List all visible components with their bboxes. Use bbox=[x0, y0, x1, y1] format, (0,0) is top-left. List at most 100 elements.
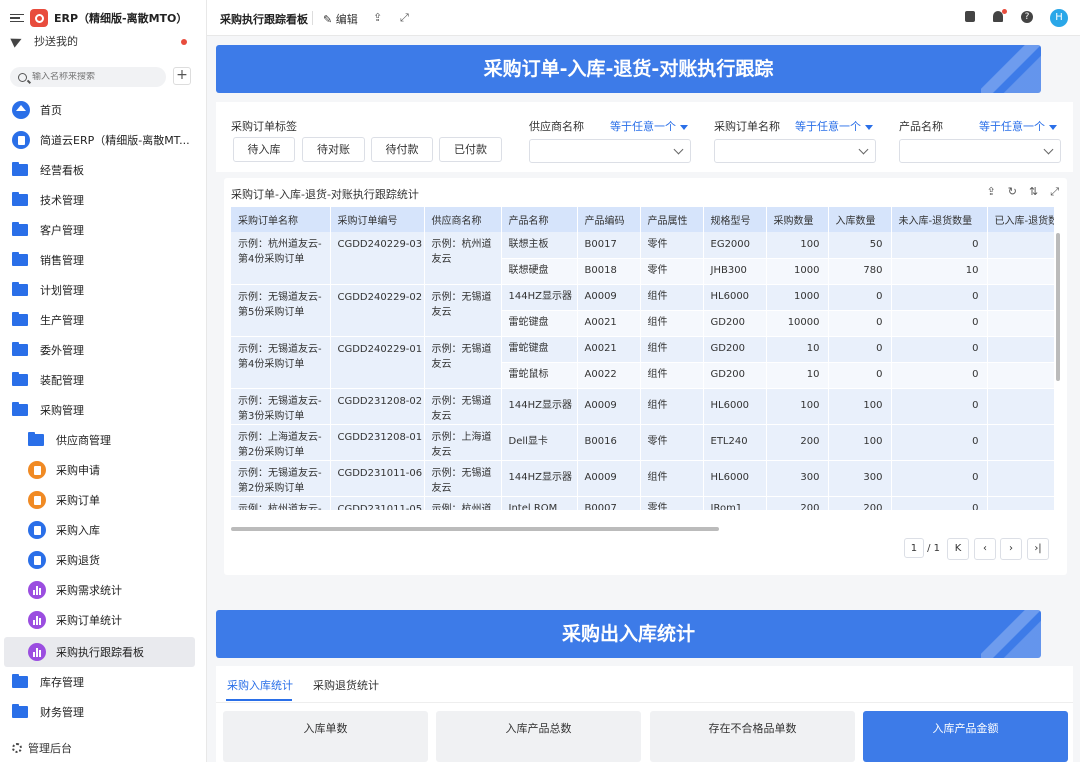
help-icon[interactable]: ? bbox=[1021, 11, 1033, 23]
folder-icon bbox=[12, 674, 28, 688]
table-title: 采购订单-入库-退货-对账执行跟踪统计 bbox=[231, 188, 419, 201]
tab-return-stats[interactable]: 采购退货统计 bbox=[313, 677, 379, 693]
supplier-select[interactable] bbox=[529, 139, 691, 163]
order-filter-op[interactable]: 等于任意一个 bbox=[795, 118, 873, 134]
column-header[interactable]: 已入库-退货数 bbox=[987, 207, 1054, 232]
column-header[interactable]: 产品名称 bbox=[501, 207, 578, 232]
sidebar-item-assembly[interactable]: 装配管理 bbox=[0, 365, 206, 395]
sidebar-item-inventory[interactable]: 库存管理 bbox=[0, 667, 206, 697]
export-icon[interactable]: ⇪ bbox=[987, 185, 996, 199]
sidebar: ERP（精细版-离散MTO） 抄送我的 + 首页 简道云ERP（精细版-离散MT… bbox=[0, 0, 207, 762]
sidebar-item-tech[interactable]: 技术管理 bbox=[0, 185, 206, 215]
column-header[interactable]: 入库数量 bbox=[828, 207, 892, 232]
horizontal-scrollbar[interactable] bbox=[231, 527, 719, 531]
sidebar-item-order-stats[interactable]: 采购订单统计 bbox=[0, 605, 206, 635]
fullscreen-icon[interactable]: ⤢ bbox=[1050, 185, 1059, 199]
sidebar-item-supplier[interactable]: 供应商管理 bbox=[0, 425, 206, 455]
chevron-down-icon bbox=[858, 144, 869, 155]
filter-op-label: 等于任意一个 bbox=[979, 120, 1045, 133]
order-select[interactable] bbox=[714, 139, 876, 163]
column-header[interactable]: 供应商名称 bbox=[424, 207, 502, 232]
sort-icon[interactable]: ⇅ bbox=[1029, 185, 1038, 199]
table-toolbar: ⇪ ↻ ⇅ ⤢ bbox=[987, 185, 1059, 199]
prev-page-button[interactable]: ‹ bbox=[974, 538, 996, 560]
last-page-button[interactable]: ›| bbox=[1027, 538, 1049, 560]
table-cell: HL6000 bbox=[703, 388, 767, 425]
table-cell: A0021 bbox=[577, 336, 641, 363]
column-header[interactable]: 采购订单名称 bbox=[231, 207, 331, 232]
sidebar-item-label: 首页 bbox=[40, 104, 62, 117]
table-cell: 示例：无锡道友云-第3份采购订单 bbox=[231, 388, 331, 425]
product-select[interactable] bbox=[899, 139, 1061, 163]
refresh-icon[interactable]: ↻ bbox=[1008, 185, 1017, 199]
table-row[interactable]: 示例：无锡道友云-第3份采购订单 CGDD231208-02 示例：无锡道友云 144… bbox=[231, 388, 1054, 425]
share-icon[interactable]: ⇪ bbox=[373, 11, 382, 24]
sidebar-item-home[interactable]: 首页 bbox=[0, 95, 206, 125]
folder-icon bbox=[12, 252, 28, 266]
sidebar-item-purchase-order[interactable]: 采购订单 bbox=[0, 485, 206, 515]
column-header[interactable]: 未入库-退货数量 bbox=[891, 207, 988, 232]
avatar[interactable]: H bbox=[1050, 9, 1068, 27]
column-header[interactable]: 采购数量 bbox=[766, 207, 829, 232]
caret-down-icon bbox=[1049, 124, 1057, 130]
add-button[interactable]: + bbox=[173, 67, 191, 85]
table-row[interactable]: 示例：无锡道友云-第5份采购订单 CGDD240229-02 示例：无锡道友云 144… bbox=[231, 284, 1054, 337]
table-cell: 0 bbox=[891, 232, 988, 259]
table-cell: A0022 bbox=[577, 362, 641, 389]
admin-link[interactable]: 管理后台 bbox=[12, 740, 72, 756]
sidebar-item-dashboard[interactable]: 经营看板 bbox=[0, 155, 206, 185]
table-cell: 示例：杭州道友云- bbox=[231, 496, 331, 510]
tablet-icon[interactable] bbox=[965, 11, 975, 22]
sidebar-item-purchase-inbound[interactable]: 采购入库 bbox=[0, 515, 206, 545]
table-cell: 0 bbox=[891, 496, 988, 510]
product-filter-op[interactable]: 等于任意一个 bbox=[979, 118, 1057, 134]
table-cell bbox=[987, 388, 1054, 425]
sidebar-item-production[interactable]: 生产管理 bbox=[0, 305, 206, 335]
section-banner: 采购出入库统计 bbox=[216, 610, 1041, 658]
table-row[interactable]: 示例：杭州道友云-第4份采购订单 CGDD240229-03 示例：杭州道友云 联想主… bbox=[231, 232, 1054, 285]
sidebar-item-finance[interactable]: 财务管理 bbox=[0, 697, 206, 727]
page-input[interactable]: 1 bbox=[903, 538, 924, 558]
table-row[interactable]: 示例：无锡道友云-第4份采购订单 CGDD240229-01 示例：无锡道友云 雷蛇键… bbox=[231, 336, 1054, 389]
sidebar-item-sales[interactable]: 销售管理 bbox=[0, 245, 206, 275]
table-row[interactable]: 示例：无锡道友云-第2份采购订单 CGDD231011-06 示例：无锡道友云 144… bbox=[231, 460, 1054, 497]
tab-inbound-stats[interactable]: 采购入库统计 bbox=[227, 677, 293, 693]
table-row[interactable]: 示例：上海道友云-第2份采购订单 CGDD231208-01 示例：上海道友云 Del… bbox=[231, 424, 1054, 461]
sidebar-search bbox=[10, 67, 166, 87]
active-tab-indicator bbox=[226, 699, 292, 701]
column-header[interactable]: 采购订单编号 bbox=[330, 207, 425, 232]
cc-me-item[interactable]: 抄送我的 bbox=[0, 30, 206, 52]
next-page-button[interactable]: › bbox=[1000, 538, 1022, 560]
supplier-filter-op[interactable]: 等于任意一个 bbox=[610, 118, 688, 134]
sidebar-item-demand-stats[interactable]: 采购需求统计 bbox=[0, 575, 206, 605]
fullscreen-icon[interactable]: ⤢ bbox=[400, 11, 409, 25]
column-header[interactable]: 产品编码 bbox=[577, 207, 641, 232]
table-cell bbox=[987, 362, 1054, 389]
sidebar-item-plan[interactable]: 计划管理 bbox=[0, 275, 206, 305]
vertical-scrollbar[interactable] bbox=[1056, 233, 1060, 381]
form-icon bbox=[28, 491, 46, 509]
first-page-button[interactable]: K bbox=[947, 538, 969, 560]
column-header[interactable]: 产品属性 bbox=[640, 207, 704, 232]
menu-icon[interactable] bbox=[10, 13, 24, 23]
tag-button[interactable]: 待入库 bbox=[233, 137, 295, 162]
table-cell: 零件 bbox=[640, 496, 704, 510]
banner-title: 采购出入库统计 bbox=[561, 623, 695, 645]
column-header[interactable]: 规格型号 bbox=[703, 207, 767, 232]
edit-button[interactable]: ✎ 编辑 bbox=[323, 11, 358, 27]
tag-button[interactable]: 待对账 bbox=[302, 137, 365, 162]
banner-decoration bbox=[981, 610, 1041, 658]
sidebar-search-input[interactable] bbox=[32, 72, 152, 82]
sidebar-item-purchase[interactable]: 采购管理 bbox=[0, 395, 206, 425]
tag-button[interactable]: 待付款 bbox=[371, 137, 433, 162]
sidebar-item-tracking-board[interactable]: 采购执行跟踪看板 bbox=[4, 637, 195, 667]
sidebar-item-customer[interactable]: 客户管理 bbox=[0, 215, 206, 245]
table-row[interactable]: 示例：杭州道友云- CGDD231011-05 示例：杭州道 Intel ROM B00… bbox=[231, 496, 1054, 510]
table-cell: 1000 bbox=[766, 284, 829, 311]
table-cell bbox=[987, 460, 1054, 497]
sidebar-item-purchase-return[interactable]: 采购退货 bbox=[0, 545, 206, 575]
sidebar-item-purchase-request[interactable]: 采购申请 bbox=[0, 455, 206, 485]
sidebar-item-outsourcing[interactable]: 委外管理 bbox=[0, 335, 206, 365]
sidebar-item-erp[interactable]: 简道云ERP（精细版-离散MT... bbox=[0, 125, 206, 155]
tag-button[interactable]: 已付款 bbox=[439, 137, 502, 162]
